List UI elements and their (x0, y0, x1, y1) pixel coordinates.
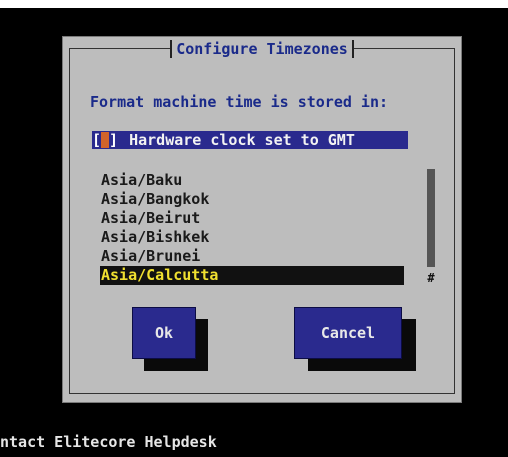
ok-button[interactable]: Ok (132, 307, 196, 359)
timezone-item[interactable]: Asia/Bishkek (100, 228, 404, 247)
cancel-button[interactable]: Cancel (294, 307, 402, 359)
console-screen: Configure Timezones Format machine time … (0, 8, 508, 457)
timezone-item-selected[interactable]: Asia/Calcutta (100, 266, 404, 285)
hardware-clock-checkbox[interactable]: [] Hardware clock set to GMT (92, 131, 408, 149)
scrollbar-thumb[interactable] (427, 169, 435, 267)
dialog-title: Configure Timezones (170, 40, 354, 58)
checkbox-bracket-close: ] (109, 131, 119, 149)
timezone-item[interactable]: Asia/Baku (100, 171, 404, 190)
checkbox-cursor-mark (101, 132, 110, 148)
checkbox-bracket-open: [ (92, 131, 102, 149)
timezone-list-scrollbar[interactable]: # (426, 169, 436, 285)
dialog-title-bar: Configure Timezones (70, 39, 454, 58)
format-prompt: Format machine time is stored in: (90, 93, 389, 111)
timezone-item[interactable]: Asia/Brunei (100, 247, 404, 266)
timezone-item[interactable]: Asia/Bangkok (100, 190, 404, 209)
dialog-frame: Configure Timezones Format machine time … (69, 40, 455, 394)
timezone-item[interactable]: Asia/Beirut (100, 209, 404, 228)
timezone-list[interactable]: Asia/Baku Asia/Bangkok Asia/Beirut Asia/… (100, 171, 404, 285)
status-line: ntact Elitecore Helpdesk (0, 433, 217, 451)
scroll-position-marker: # (427, 271, 435, 285)
hardware-clock-label: Hardware clock set to GMT (129, 131, 355, 149)
configure-timezones-dialog: Configure Timezones Format machine time … (62, 36, 462, 403)
